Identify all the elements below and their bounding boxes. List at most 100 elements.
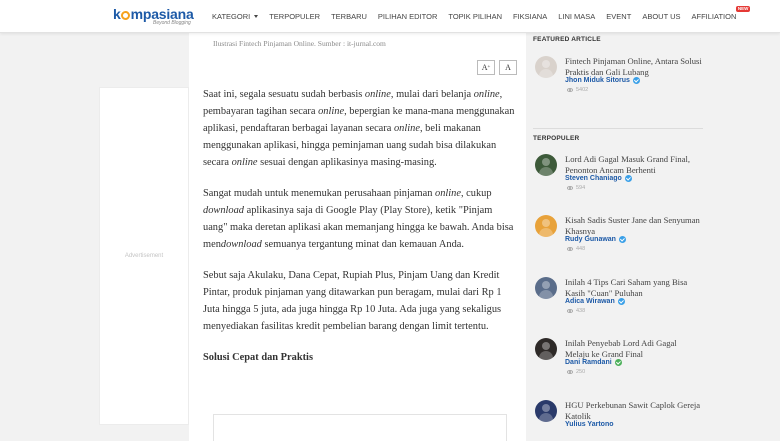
new-badge: NEW (735, 6, 751, 12)
italic-term: download (203, 205, 244, 216)
sidebar-article-title[interactable]: Lord Adi Gagal Masuk Grand Final, Penont… (565, 154, 703, 175)
sidebar-article-title[interactable]: Fintech Pinjaman Online, Antara Solusi P… (565, 56, 703, 77)
article-subheading: Solusi Cepat dan Praktis (203, 352, 313, 363)
avatar-face-icon (542, 60, 550, 68)
top-navbar: k mpasiana Beyond Blogging KATEGORI TERPOP… (0, 0, 780, 33)
verified-check-icon (614, 359, 622, 366)
view-count-value: 448 (576, 246, 586, 252)
sidebar-article-card[interactable]: Inilah 4 Tips Cari Saham yang Bisa Kasih… (533, 277, 705, 325)
sidebar-author-link[interactable]: Jhon Miduk Sitorus (565, 77, 640, 84)
nav-item-label: KATEGORI (212, 12, 251, 21)
nav-item-kategori[interactable]: KATEGORI (212, 12, 259, 21)
nav-item-fiksiana[interactable]: FIKSIANA (513, 12, 547, 21)
main-nav: KATEGORI TERPOPULER TERBARU PILIHAN EDITOR T… (212, 0, 751, 33)
nav-item-topik-pilihan[interactable]: TOPIK PILIHAN (448, 12, 502, 21)
sidebar-article-card[interactable]: Lord Adi Gagal Masuk Grand Final, Penont… (533, 154, 705, 202)
font-size-increase-button[interactable]: A + (477, 60, 495, 75)
nav-item-label: LINI MASA (558, 12, 596, 21)
view-count-value: 594 (576, 185, 586, 191)
nav-item-label: TOPIK PILIHAN (448, 12, 503, 21)
sidebar-article-title[interactable]: HGU Perkebunan Sawit Caplok Gereja Katol… (565, 400, 703, 421)
article-paragraph: Sangat mudah untuk menemukan perusahaan … (203, 185, 519, 253)
logo-wordmark: k mpasiana (113, 6, 194, 22)
author-name: Adica Wirawan (565, 298, 615, 305)
nav-item-label: ABOUT US (642, 12, 681, 21)
italic-term: online (473, 89, 500, 100)
text-run: Sangat mudah untuk menemukan perusahaan … (203, 188, 435, 199)
eye-icon (567, 247, 573, 251)
sidebar-author-link[interactable]: Yulius Yartono (565, 421, 614, 428)
author-avatar[interactable] (535, 215, 557, 237)
nav-item-label: FIKSIANA (513, 12, 548, 21)
sidebar-article-card[interactable]: Fintech Pinjaman Online, Antara Solusi P… (533, 56, 705, 104)
sidebar-divider (533, 128, 703, 129)
avatar-face-icon (542, 219, 550, 227)
eye-icon (567, 309, 573, 313)
eye-icon (567, 186, 573, 190)
avatar-body-icon (539, 290, 553, 299)
font-size-default-button[interactable]: A (499, 60, 517, 75)
nav-item-pilihan-editor[interactable]: PILIHAN EDITOR (378, 12, 437, 21)
view-count-value: 438 (576, 308, 586, 314)
avatar-body-icon (539, 167, 553, 176)
sidebar-author-link[interactable]: Rudy Gunawan (565, 236, 626, 243)
nav-item-about-us[interactable]: ABOUT US (642, 12, 680, 21)
nav-item-terpopuler[interactable]: TERPOPULER (269, 12, 320, 21)
italic-term: online (435, 188, 461, 199)
advertisement-box[interactable]: Advertisement (99, 87, 189, 425)
kompasiana-logo[interactable]: k mpasiana Beyond Blogging (113, 7, 194, 29)
view-count-value: 5402 (576, 87, 589, 93)
text-run: , mulai dari belanja (390, 89, 474, 100)
author-avatar[interactable] (535, 277, 557, 299)
italic-term: download (220, 239, 262, 250)
chevron-down-icon (254, 15, 259, 18)
sidebar-article-card[interactable]: HGU Perkebunan Sawit Caplok Gereja Katol… (533, 400, 705, 441)
sidebar-article-title[interactable]: Kisah Sadis Suster Jane dan Senyuman Kha… (565, 215, 703, 236)
sidebar-author-link[interactable]: Dani Ramdani (565, 359, 622, 366)
terpopuler-heading: TERPOPULER (533, 135, 580, 142)
text-run: sesuai dengan aplikasinya masing-masing. (257, 157, 437, 168)
avatar-body-icon (539, 228, 553, 237)
sidebar-article-title[interactable]: Inilah Penyebab Lord Adi Gagal Melaju ke… (565, 338, 703, 359)
eye-icon (567, 370, 573, 374)
nav-item-label: TERPOPULER (269, 12, 321, 21)
nav-item-label: PILIHAN EDITOR (377, 12, 438, 21)
featured-article-heading: FEATURED ARTICLE (533, 36, 601, 43)
avatar-body-icon (539, 413, 553, 422)
text-run: Sebut saja Akulaku, Dana Cepat, Rupiah P… (203, 270, 502, 332)
view-count: 594 (567, 185, 585, 191)
verified-check-icon (624, 175, 632, 182)
logo-tagline: Beyond Blogging (153, 20, 191, 26)
author-name: Jhon Miduk Sitorus (565, 77, 630, 84)
avatar-body-icon (539, 69, 553, 78)
sidebar-author-link[interactable]: Adica Wirawan (565, 298, 625, 305)
author-avatar[interactable] (535, 154, 557, 176)
logo-o-ring-icon (121, 11, 131, 20)
author-avatar[interactable] (535, 400, 557, 422)
image-caption: Ilustrasi Fintech Pinjaman Online. Sumbe… (213, 39, 386, 48)
author-avatar[interactable] (535, 56, 557, 78)
article-body: Saat ini, segala sesuatu sudah berbasis … (203, 86, 519, 380)
nav-item-lini-masa[interactable]: LINI MASA (558, 12, 595, 21)
avatar-face-icon (542, 342, 550, 350)
verified-check-icon (632, 77, 640, 84)
author-avatar[interactable] (535, 338, 557, 360)
sidebar-article-card[interactable]: Kisah Sadis Suster Jane dan Senyuman Kha… (533, 215, 705, 263)
view-count: 250 (567, 369, 585, 375)
author-name: Dani Ramdani (565, 359, 612, 366)
italic-term: online (364, 89, 391, 100)
nav-item-affiliation[interactable]: AFFILIATION NEW (691, 6, 751, 21)
verified-check-icon (618, 236, 626, 243)
nav-item-label: AFFILIATION (691, 12, 737, 21)
advertisement-label: Advertisement (124, 253, 164, 259)
nav-item-event[interactable]: EVENT (606, 12, 631, 21)
sidebar-author-link[interactable]: Steven Chaniago (565, 175, 632, 182)
avatar-face-icon (542, 404, 550, 412)
text-run: semuanya tergantung minat dan kemauan An… (261, 239, 464, 250)
avatar-body-icon (539, 351, 553, 360)
nav-item-terbaru[interactable]: TERBARU (331, 12, 367, 21)
italic-term: online (231, 157, 258, 168)
sidebar-article-title[interactable]: Inilah 4 Tips Cari Saham yang Bisa Kasih… (565, 277, 703, 298)
view-count: 5402 (567, 87, 588, 93)
sidebar-article-card[interactable]: Inilah Penyebab Lord Adi Gagal Melaju ke… (533, 338, 705, 386)
